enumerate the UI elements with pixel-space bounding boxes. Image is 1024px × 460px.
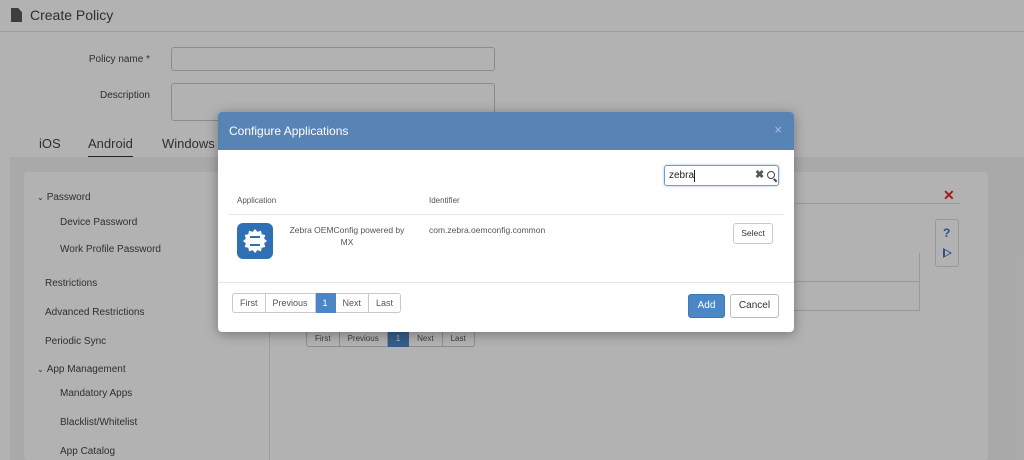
text-cursor bbox=[694, 170, 695, 182]
pager-next[interactable]: Next bbox=[335, 293, 370, 313]
modal-header: Configure Applications × bbox=[218, 112, 794, 150]
select-button[interactable]: Select bbox=[733, 223, 773, 244]
app-name: Zebra OEMConfig powered by MX bbox=[289, 225, 405, 247]
header-divider bbox=[228, 214, 784, 215]
footer-divider bbox=[218, 282, 794, 283]
column-header-application: Application bbox=[237, 196, 277, 205]
pager-first[interactable]: First bbox=[232, 293, 266, 313]
clear-search-icon[interactable]: ✖ bbox=[755, 168, 764, 181]
pager-last[interactable]: Last bbox=[369, 293, 402, 313]
column-header-identifier: Identifier bbox=[429, 196, 460, 205]
search-icon[interactable] bbox=[767, 171, 775, 179]
configure-applications-modal: Configure Applications × zebra ✖ Applica… bbox=[218, 112, 794, 332]
close-icon[interactable]: × bbox=[774, 122, 782, 137]
zebra-oemconfig-gear-icon bbox=[237, 223, 273, 259]
modal-pagination: First Previous 1 Next Last bbox=[232, 293, 402, 313]
pager-page-1[interactable]: 1 bbox=[315, 293, 336, 313]
pager-previous[interactable]: Previous bbox=[265, 293, 316, 313]
app-identifier: com.zebra.oemconfig.common bbox=[429, 225, 546, 235]
search-input[interactable]: zebra ✖ bbox=[664, 165, 779, 186]
search-input-value: zebra bbox=[669, 170, 695, 181]
modal-title: Configure Applications bbox=[229, 124, 349, 138]
add-button[interactable]: Add bbox=[688, 294, 725, 318]
cancel-button[interactable]: Cancel bbox=[730, 294, 779, 318]
